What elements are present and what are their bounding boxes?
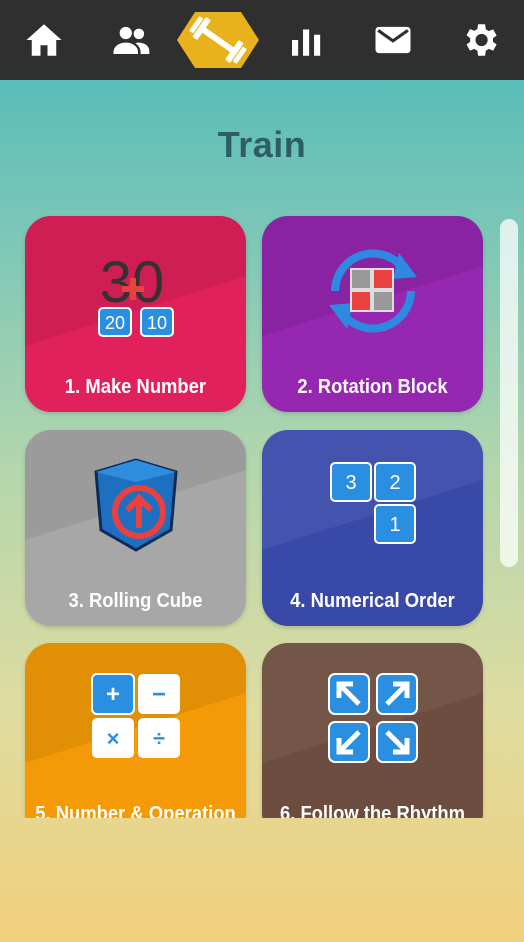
svg-text:2: 2 — [389, 472, 400, 494]
tile-label: 6. Follow the Rhythm — [279, 803, 466, 818]
nav-settings-button[interactable] — [437, 0, 524, 80]
scrollbar[interactable] — [500, 219, 518, 567]
nav-people-button[interactable] — [87, 0, 174, 80]
direction-arrows-icon — [327, 673, 418, 763]
follow-rhythm-art — [262, 643, 483, 793]
rotation-block-art — [262, 216, 483, 366]
svg-text:−: − — [151, 681, 165, 708]
svg-text:1: 1 — [389, 514, 400, 536]
svg-text:10: 10 — [146, 313, 166, 333]
nav-home-button[interactable] — [0, 0, 87, 80]
numerical-order-art: 3 2 1 — [262, 430, 483, 580]
home-icon — [26, 24, 62, 56]
tile-label: 2. Rotation Block — [297, 376, 448, 398]
tile-label: 5. Number & Operation — [35, 803, 236, 818]
tile-number-operation[interactable]: + − × ÷ 5. Number & Operation — [25, 643, 246, 818]
top-nav-bar — [0, 0, 524, 80]
tile-label: 3. Rolling Cube — [68, 590, 203, 612]
tile-label: 4. Numerical Order — [290, 590, 455, 612]
cube-arrow-icon — [93, 458, 178, 552]
svg-text:×: × — [106, 726, 119, 751]
svg-text:+: + — [105, 681, 119, 708]
tile-rolling-cube[interactable]: 3. Rolling Cube — [25, 430, 246, 626]
make-number-art: 30 20 10 — [25, 216, 246, 366]
training-grid: 30 20 10 1. Make Number 2. — [0, 206, 524, 818]
bar-chart-icon — [291, 29, 320, 56]
gear-icon — [466, 24, 497, 56]
rotate-arrows-icon — [328, 249, 417, 333]
nav-train-active-badge — [175, 10, 261, 70]
svg-text:÷: ÷ — [152, 726, 164, 751]
rolling-cube-art — [25, 430, 246, 580]
mail-icon — [375, 26, 411, 54]
svg-text:20: 20 — [104, 313, 124, 333]
page-title: Train — [217, 124, 307, 165]
tile-label: 1. Make Number — [64, 376, 207, 398]
number-operation-art: + − × ÷ — [25, 643, 246, 793]
svg-text:3: 3 — [345, 472, 356, 494]
people-icon — [113, 26, 150, 54]
nav-mail-button[interactable] — [349, 0, 436, 80]
nav-stats-button[interactable] — [262, 0, 349, 80]
tile-rotation-block[interactable]: 2. Rotation Block — [262, 216, 483, 412]
tile-make-number[interactable]: 30 20 10 1. Make Number — [25, 216, 246, 412]
nav-train-button[interactable] — [175, 0, 262, 80]
tile-follow-rhythm[interactable]: 6. Follow the Rhythm — [262, 643, 483, 818]
tile-numerical-order[interactable]: 3 2 1 4. Numerical Order — [262, 430, 483, 626]
